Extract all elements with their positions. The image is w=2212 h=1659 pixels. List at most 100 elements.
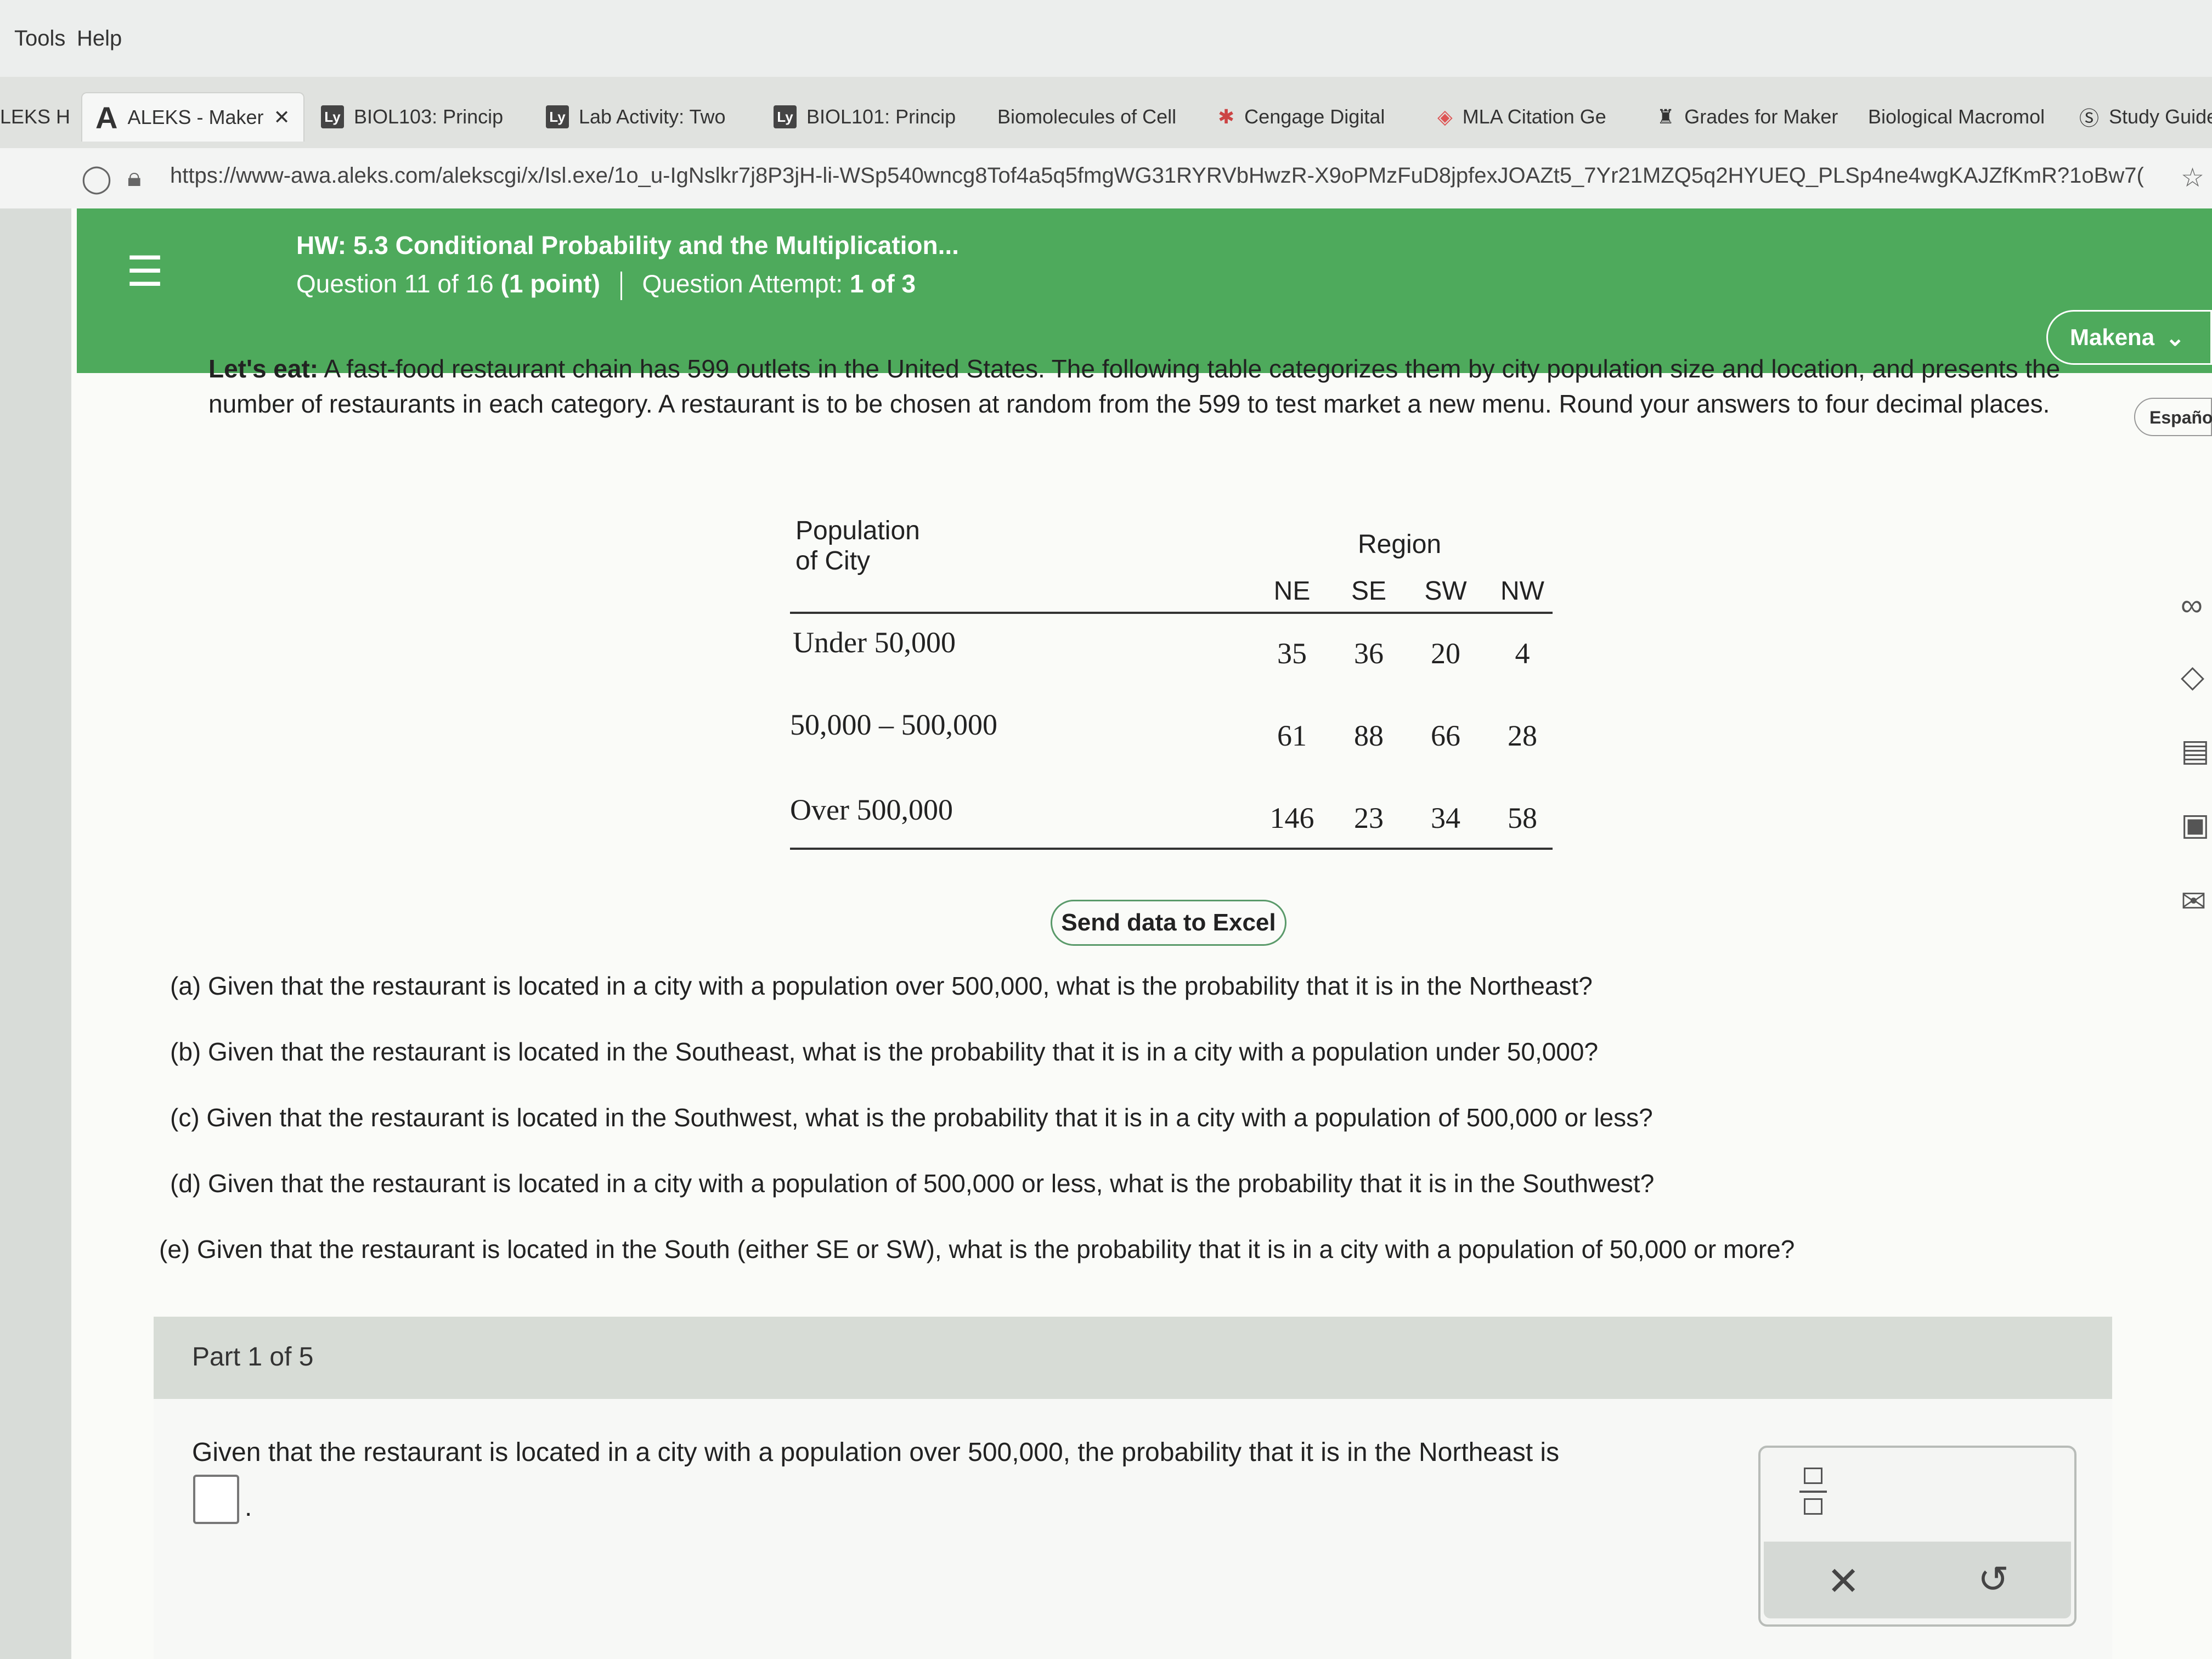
table-cell: 20 <box>1431 637 1460 670</box>
tab-cengage[interactable]: ✱ Cengage Digital <box>1218 92 1385 142</box>
guided-solution-icon[interactable]: ◇ <box>2181 658 2204 695</box>
menu-bar: Tools Help <box>0 0 2212 77</box>
part-label: Part 1 of 5 <box>192 1342 314 1372</box>
tab-bar: LEKS H A ALEKS - Maker ✕ Ly BIOL103: Prin… <box>0 77 2212 148</box>
course-icon: Ly <box>546 105 569 128</box>
column-group-header: Region <box>1358 530 1442 559</box>
answer-period: . <box>245 1493 252 1522</box>
table-cell: 35 <box>1277 637 1307 670</box>
send-to-excel-button[interactable]: Send data to Excel <box>1051 900 1286 946</box>
menu-icon[interactable]: ☰ <box>126 247 163 296</box>
menu-tools[interactable]: Tools <box>14 26 65 51</box>
assignment-title: HW: 5.3 Conditional Probability and the … <box>296 231 959 259</box>
study-guide-icon: Ⓢ <box>2079 107 2100 129</box>
course-icon: Ly <box>774 105 797 128</box>
tab-label: BIOL101: Princip <box>806 105 956 128</box>
grades-icon: ♜ <box>1657 105 1675 128</box>
tab-biol103[interactable]: Ly BIOL103: Princip <box>321 92 503 142</box>
course-icon: Ly <box>321 105 344 128</box>
textbook-icon[interactable]: ▤ <box>2181 732 2210 769</box>
question-d: (d) Given that the restaurant is located… <box>170 1169 1655 1198</box>
espanol-button[interactable]: Español <box>2134 398 2212 436</box>
column-header: SW <box>1424 577 1467 606</box>
url-field[interactable]: https://www-awa.aleks.com/alekscgi/x/Isl… <box>170 163 2144 188</box>
tab-label: Biological Macromol <box>1868 105 2045 128</box>
footer-rule <box>790 848 1553 850</box>
divider <box>620 271 622 300</box>
row-header-line2: of City <box>795 546 871 575</box>
left-margin <box>0 208 77 1659</box>
problem-text: Let's eat: A fast-food restaurant chain … <box>208 351 2101 421</box>
problem-lead: Let's eat: <box>208 354 319 383</box>
tab-aleks-home[interactable]: LEKS H <box>0 92 70 142</box>
part-header: Part 1 of 5 <box>154 1317 2112 1399</box>
column-header: NW <box>1500 577 1544 606</box>
clear-icon[interactable]: ✕ <box>1827 1558 1860 1604</box>
question-a: (a) Given that the restaurant is located… <box>170 972 1593 1000</box>
lock-icon[interactable]: 🔒︎ <box>127 162 142 193</box>
question-e: (e) Given that the restaurant is located… <box>159 1235 1795 1263</box>
answer-input[interactable] <box>193 1475 239 1524</box>
infinity-icon[interactable]: ∞ <box>2181 587 2203 623</box>
tab-aleks-active[interactable]: A ALEKS - Maker ✕ <box>81 92 304 142</box>
undo-icon[interactable]: ↺ <box>1978 1558 2009 1601</box>
table-cell: 4 <box>1515 637 1530 670</box>
tab-biol101[interactable]: Ly BIOL101: Princip <box>774 92 956 142</box>
user-name: Makena <box>2070 324 2155 350</box>
mail-icon[interactable]: ✉ <box>2181 883 2207 919</box>
table-cell: 61 <box>1277 719 1307 752</box>
tab-lab-activity[interactable]: Ly Lab Activity: Two <box>546 92 725 142</box>
tab-label: LEKS H <box>0 105 71 128</box>
close-tab-icon[interactable]: ✕ <box>274 106 290 129</box>
mla-icon: ◈ <box>1437 105 1453 128</box>
attempt-value: 1 of 3 <box>849 269 916 298</box>
cengage-icon: ✱ <box>1218 105 1235 128</box>
problem-body: A fast-food restaurant chain has 599 out… <box>208 354 2061 418</box>
column-header: NE <box>1273 577 1311 606</box>
row-label: Under 50,000 <box>793 626 956 659</box>
table-cell: 58 <box>1508 802 1537 834</box>
tab-label: Study Guide <box>2109 105 2212 128</box>
attempt-label: Question Attempt: <box>642 269 843 298</box>
table-cell: 36 <box>1354 637 1384 670</box>
tab-label: Lab Activity: Two <box>579 105 726 128</box>
row-header-line1: Population <box>795 516 920 545</box>
chevron-down-icon: ⌄ <box>2165 324 2185 351</box>
table-cell: 146 <box>1269 802 1314 834</box>
row-label: Over 500,000 <box>790 793 953 826</box>
question-c: (c) Given that the restaurant is located… <box>170 1103 1653 1132</box>
address-bar: ◯ 🔒︎ https://www-awa.aleks.com/alekscgi/… <box>0 148 2212 208</box>
question-number: Question 11 of 16 <box>296 269 494 298</box>
tool-actions <box>1764 1542 2071 1618</box>
answer-prompt: Given that the restaurant is located in … <box>192 1438 1560 1467</box>
data-table: Population of City Region NE SE SW NW Un… <box>790 516 1553 872</box>
tab-label: BIOL103: Princip <box>354 105 504 128</box>
table-cell: 66 <box>1431 719 1460 752</box>
tab-study-guide[interactable]: Ⓢ Study Guide <box>2079 92 2212 142</box>
tab-label: Cengage Digital <box>1244 105 1385 128</box>
tab-label: ALEKS - Maker <box>127 106 264 128</box>
row-label: 50,000 – 500,000 <box>790 708 997 741</box>
tab-label: Biomolecules of Cell <box>997 105 1177 128</box>
tab-label: Grades for Maker <box>1684 105 1838 128</box>
menu-help[interactable]: Help <box>77 26 122 51</box>
question-info: Question 11 of 16 (1 point) Question Att… <box>296 269 916 300</box>
tab-grades[interactable]: ♜ Grades for Maker <box>1657 92 1838 142</box>
question-b: (b) Given that the restaurant is located… <box>170 1037 1599 1066</box>
tab-biological-macromol[interactable]: Biological Macromol <box>1868 92 2045 142</box>
fraction-icon[interactable] <box>1799 1468 1827 1517</box>
tab-biomolecules[interactable]: Biomolecules of Cell <box>997 92 1176 142</box>
tab-mla-citation[interactable]: ◈ MLA Citation Ge <box>1437 92 1606 142</box>
video-icon[interactable]: ▣ <box>2181 806 2210 843</box>
table-cell: 88 <box>1354 719 1384 752</box>
column-header: SE <box>1351 577 1387 606</box>
shield-icon[interactable]: ◯ <box>81 162 112 194</box>
header-rule <box>790 612 1553 614</box>
table-cell: 34 <box>1431 802 1460 834</box>
tab-label: MLA Citation Ge <box>1462 105 1606 128</box>
table-cell: 23 <box>1354 802 1384 834</box>
table-cell: 28 <box>1508 719 1537 752</box>
question-points: (1 point) <box>500 269 600 298</box>
bookmark-star-icon[interactable]: ☆ <box>2181 162 2204 193</box>
aleks-logo-icon: A <box>95 100 118 135</box>
